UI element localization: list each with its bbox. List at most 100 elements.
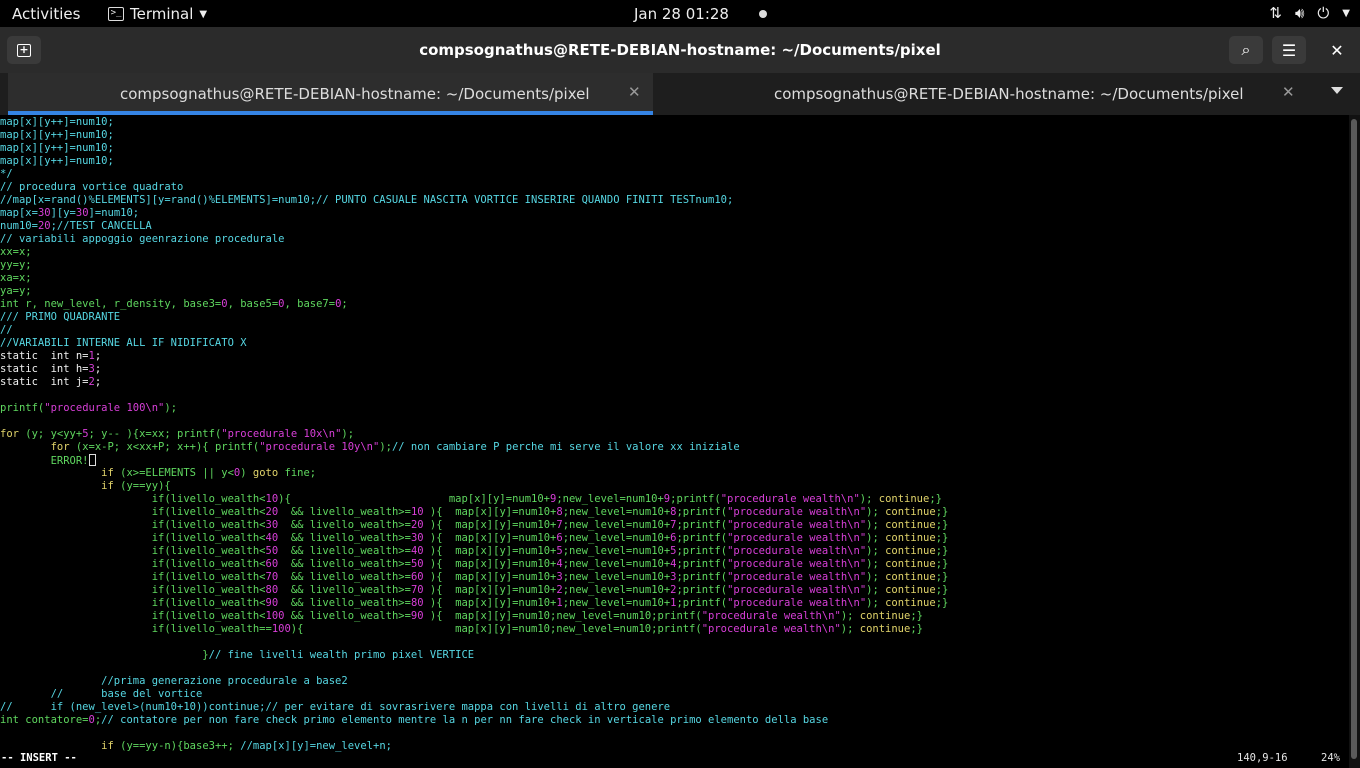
code-token: if xyxy=(101,480,114,492)
clock-menu[interactable]: Jan 28 01:28 xyxy=(634,5,767,23)
system-top-bar: Activities >_ Terminal ▼ Jan 28 01:28 ⇅ … xyxy=(0,0,1360,27)
close-window-button[interactable]: ✕ xyxy=(1320,36,1354,64)
code-line: map[x=30][y=30]=num10; xyxy=(0,207,1347,220)
code-token: ;} xyxy=(935,584,949,596)
code-line: xa=x; xyxy=(0,272,1347,285)
code-token: ;printf( xyxy=(676,519,728,531)
code-token: 70 xyxy=(410,584,424,596)
code-token: // if (new_level>(num10+10))continue;// … xyxy=(0,701,671,713)
tab-list-dropdown-icon[interactable] xyxy=(1331,87,1343,94)
menu-button[interactable]: ☰ xyxy=(1272,36,1306,64)
activities-button[interactable]: Activities xyxy=(12,5,80,23)
code-line: printf("procedurale 100\n"); xyxy=(0,402,1347,415)
code-line: for (x=x-P; x<xx+P; x++){ printf("proced… xyxy=(0,441,1347,454)
code-token: ); xyxy=(341,428,355,440)
code-token: continue xyxy=(885,597,936,609)
code-token: "procedurale 10y\n" xyxy=(259,441,380,453)
code-token: ){ map[x][y]=num10+ xyxy=(423,584,557,596)
code-token: map[x= xyxy=(0,207,38,219)
code-token: yy=y; xyxy=(0,259,32,271)
code-token: "procedurale wealth\n" xyxy=(727,558,867,570)
code-token: 30 xyxy=(37,207,51,219)
code-token: ){ map[x][y]=num10;new_level=num10;print… xyxy=(290,623,702,635)
code-line: map[x][y++]=num10; xyxy=(0,129,1347,142)
code-token: ;new_level=num10+ xyxy=(562,506,671,518)
app-menu[interactable]: >_ Terminal ▼ xyxy=(108,5,207,23)
code-token: ); xyxy=(866,558,886,570)
code-token: ;} xyxy=(935,506,949,518)
code-line: if(livello_wealth<70 && livello_wealth>=… xyxy=(0,571,1347,584)
code-token: ;printf( xyxy=(676,506,728,518)
code-token: 20 xyxy=(410,519,424,531)
code-token: ;printf( xyxy=(676,571,728,583)
code-token: goto xyxy=(252,467,279,479)
chevron-down-icon: ▼ xyxy=(199,8,208,20)
code-token: ;new_level=num10+ xyxy=(562,558,671,570)
volume-icon: 🔊︎ xyxy=(1294,4,1305,22)
code-token: 70 xyxy=(265,571,279,583)
code-token: ); xyxy=(379,441,392,453)
code-token: xx=x; xyxy=(0,246,32,258)
code-token: int xyxy=(0,714,19,726)
terminal-editor[interactable]: map[x][y++]=num10; map[x][y++]=num10; map[… xyxy=(0,115,1347,768)
scrollbar-thumb[interactable] xyxy=(1351,119,1357,759)
code-token: // procedura vortice quadrato xyxy=(0,181,184,193)
code-token: && livello_wealth>= xyxy=(278,558,411,570)
notification-dot-icon xyxy=(758,10,767,18)
code-token: ;new_level=num10+ xyxy=(562,571,671,583)
code-token: ;new_level=num10+ xyxy=(562,545,671,557)
close-tab-icon[interactable]: ✕ xyxy=(628,83,641,101)
code-token: continue xyxy=(885,571,936,583)
close-tab-icon[interactable]: ✕ xyxy=(1282,83,1295,101)
code-token: 90 xyxy=(265,597,279,609)
text-cursor xyxy=(88,454,96,466)
code-token: ; xyxy=(94,350,102,362)
code-token: ya=y; xyxy=(0,285,32,297)
code-line: if (x>=ELEMENTS || y<0) goto fine; xyxy=(0,467,1347,480)
code-token: "procedurale wealth\n" xyxy=(727,545,867,557)
code-token: if xyxy=(101,740,114,752)
code-token: "procedurale wealth\n" xyxy=(720,493,860,505)
search-button[interactable]: ⌕ xyxy=(1229,36,1263,64)
tab-label: compsognathus@RETE-DEBIAN-hostname: ~/Do… xyxy=(120,85,590,103)
code-token: /// PRIMO QUADRANTE xyxy=(0,311,121,323)
code-token: ;} xyxy=(935,597,949,609)
code-line: ya=y; xyxy=(0,285,1347,298)
code-token: map[x][y++]=num10; xyxy=(0,142,114,154)
code-token: continue xyxy=(885,506,936,518)
code-line: /// PRIMO QUADRANTE xyxy=(0,311,1347,324)
code-token: 100 xyxy=(271,623,291,635)
code-token: 40 xyxy=(410,545,424,557)
code-token: ); xyxy=(866,571,886,583)
code-token: ;printf( xyxy=(676,584,728,596)
code-line: // xyxy=(0,324,1347,337)
code-token: if(livello_wealth< xyxy=(0,506,266,518)
system-tray[interactable]: ⇅ 🔊︎ ⏻ ▼ xyxy=(1269,4,1350,22)
code-token: ;new_level=num10+ xyxy=(562,584,671,596)
code-token: ){ map[x][y]=num10+ xyxy=(423,597,557,609)
code-token: r, new_level, r_density, base3= xyxy=(18,298,222,310)
code-token: ]=num10; xyxy=(88,207,140,219)
tab-terminal-1[interactable]: compsognathus@RETE-DEBIAN-hostname: ~/Do… xyxy=(8,73,653,115)
code-token: ;new_level=num10+ xyxy=(556,493,664,505)
code-token: ); xyxy=(866,545,886,557)
code-token: 20 xyxy=(265,506,279,518)
tab-terminal-2[interactable]: compsognathus@RETE-DEBIAN-hostname: ~/Do… xyxy=(657,73,1317,115)
code-line: int contatore=0;// contatore per non far… xyxy=(0,714,1347,727)
code-token: "procedurale wealth\n" xyxy=(727,597,867,609)
code-token: static int n= xyxy=(0,350,89,362)
scrollbar[interactable] xyxy=(1349,115,1360,768)
tab-bar: compsognathus@RETE-DEBIAN-hostname: ~/Do… xyxy=(0,73,1360,115)
code-token: (y==yy-n){base3++; xyxy=(113,740,241,752)
code-token: if(livello_wealth< xyxy=(0,519,266,531)
code-token: ){ map[x][y]=num10+ xyxy=(423,571,557,583)
code-token: ;} xyxy=(935,571,949,583)
code-token: ;} xyxy=(935,519,949,531)
tab-label: compsognathus@RETE-DEBIAN-hostname: ~/Do… xyxy=(774,85,1244,103)
